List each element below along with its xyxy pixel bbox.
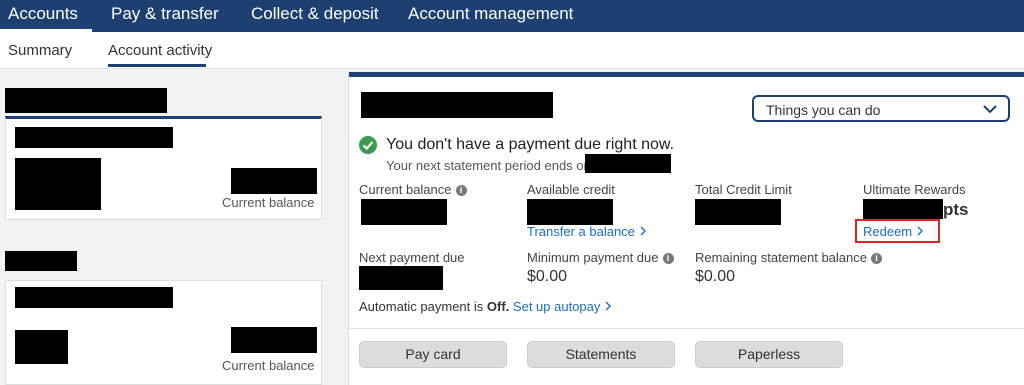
total-credit-limit-label: Total Credit Limit (695, 182, 792, 197)
current-balance-label: Current balance (359, 182, 452, 197)
nav-collect-deposit[interactable]: Collect & deposit (251, 4, 379, 24)
setup-autopay-link[interactable]: Set up autopay (513, 299, 612, 314)
next-payment-due-redacted (359, 266, 443, 290)
payment-status-message: You don't have a payment due right now. (386, 136, 675, 153)
transfer-balance-text: Transfer a balance (527, 224, 635, 239)
redeem-link[interactable]: Redeem (863, 224, 924, 239)
rewards-points-redacted (863, 199, 943, 219)
autopay-status: Automatic payment is Off. Set up autopay (359, 299, 612, 314)
next-payment-due-label: Next payment due (359, 250, 465, 265)
current-balance-redacted (361, 199, 447, 225)
minimum-payment-field: Minimum payment due i (527, 250, 674, 265)
account-detail-panel: Things you can do You don't have a payme… (348, 72, 1024, 385)
chevron-down-icon (983, 105, 997, 114)
chevron-right-icon (605, 301, 612, 311)
account-image-redacted (15, 330, 68, 364)
check-circle-icon (359, 136, 377, 154)
tab-summary[interactable]: Summary (8, 42, 72, 59)
nav-accounts[interactable]: Accounts (8, 4, 78, 24)
dropdown-label: Things you can do (766, 102, 881, 118)
available-credit-redacted (527, 199, 613, 225)
divider (349, 328, 1024, 329)
info-icon[interactable]: i (455, 185, 467, 196)
remaining-statement-balance-label: Remaining statement balance (695, 250, 867, 265)
statement-date-redacted (585, 154, 671, 173)
statement-period-message: Your next statement period ends on (386, 158, 591, 173)
tab-account-activity[interactable]: Account activity (108, 42, 212, 59)
account-image-redacted (15, 158, 101, 210)
account-name-redacted (15, 287, 173, 308)
account-balance-redacted (231, 168, 317, 194)
info-icon[interactable]: i (662, 253, 674, 264)
account-name-redacted (15, 127, 173, 148)
remaining-balance-field: Remaining statement balance i (695, 250, 882, 265)
sub-nav: Summary Account activity (0, 32, 1024, 69)
info-icon[interactable]: i (871, 253, 882, 264)
account-card[interactable]: Current balance (5, 280, 322, 385)
account-group-heading-redacted (5, 88, 167, 113)
current-balance-label: Current balance (222, 358, 315, 373)
account-card-selected[interactable]: Current balance (5, 116, 322, 220)
tab-active-underline (108, 64, 206, 67)
points-unit: pts (943, 200, 969, 219)
redeem-text: Redeem (863, 224, 913, 239)
current-balance-label: Current balance (222, 195, 315, 210)
available-credit-label: Available credit (527, 182, 615, 197)
account-balance-redacted (231, 327, 317, 353)
chevron-right-icon (640, 226, 646, 236)
minimum-payment-due-label: Minimum payment due (527, 250, 659, 265)
current-balance-field: Current balance i (359, 182, 467, 197)
top-nav: Accounts Pay & transfer Collect & deposi… (0, 0, 1024, 32)
account-group-heading-redacted (5, 251, 77, 271)
things-you-can-do-dropdown[interactable]: Things you can do (752, 95, 1010, 122)
paperless-button[interactable]: Paperless (695, 341, 843, 368)
nav-account-management[interactable]: Account management (408, 4, 573, 24)
panel-top-accent (349, 72, 1024, 77)
credit-limit-redacted (695, 199, 781, 225)
transfer-balance-link[interactable]: Transfer a balance (527, 224, 647, 239)
remaining-statement-balance-value: $0.00 (695, 268, 736, 285)
chevron-right-icon (917, 226, 923, 236)
pay-card-button[interactable]: Pay card (359, 341, 507, 368)
autopay-prefix: Automatic payment is (359, 299, 484, 314)
autopay-status-value: Off. (486, 299, 510, 314)
minimum-payment-due-value: $0.00 (527, 268, 568, 285)
statements-button[interactable]: Statements (527, 341, 675, 368)
ultimate-rewards-label: Ultimate Rewards (863, 182, 966, 197)
nav-pay-transfer[interactable]: Pay & transfer (111, 4, 219, 24)
setup-autopay-text: Set up autopay (512, 299, 601, 314)
account-title-redacted (361, 92, 553, 118)
